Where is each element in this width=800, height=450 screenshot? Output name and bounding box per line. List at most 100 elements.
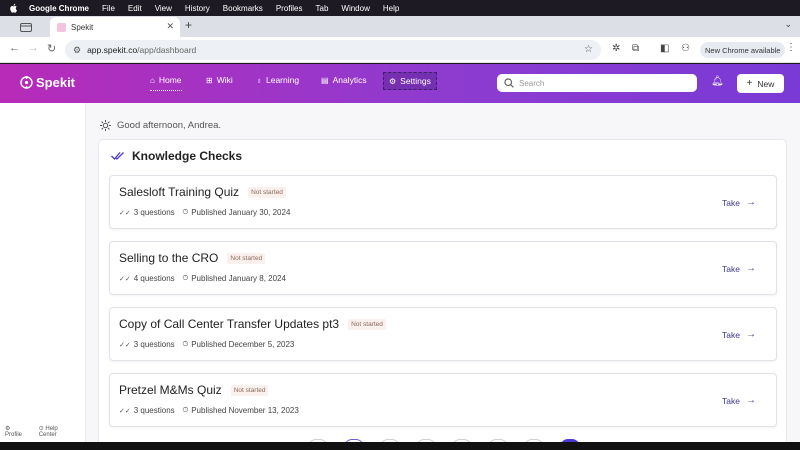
knowledge-checks-panel: Knowledge Checks Salesloft Training Quiz… — [98, 139, 787, 450]
quiz-title: Copy of Call Center Transfer Updates pt3 — [119, 317, 340, 331]
menu-help[interactable]: Help — [383, 4, 399, 13]
quiz-card[interactable]: Selling to the CRO Not started ✓✓ 4 questi… — [109, 241, 777, 295]
menu-bookmarks[interactable]: Bookmarks — [223, 4, 263, 13]
menu-tab[interactable]: Tab — [316, 4, 329, 13]
url-host: app.spekit.co — [87, 45, 138, 55]
logo-text: Spekit — [36, 75, 76, 90]
quiz-card[interactable]: Salesloft Training Quiz Not started ✓✓ 3 q… — [109, 175, 777, 229]
close-tab-icon[interactable]: ✕ — [166, 21, 174, 32]
quiz-title: Selling to the CRO — [119, 251, 219, 265]
menu-history[interactable]: History — [185, 4, 210, 13]
bookmark-star-icon[interactable]: ☆ — [584, 44, 593, 55]
published-date: Published December 5, 2023 — [191, 340, 295, 349]
questions-icon: ✓✓ — [119, 275, 131, 283]
question-count: 3 questions — [133, 406, 175, 415]
arrow-right-icon: → — [746, 329, 756, 340]
nav-settings[interactable]: ⚙ Settings — [383, 72, 437, 90]
profile-link-label: Profile — [5, 432, 23, 438]
clock-icon: 🕒︎ — [182, 208, 189, 216]
nav-analytics-label: Analytics — [332, 75, 367, 85]
new-button[interactable]: + New — [737, 74, 784, 93]
spekit-logo-icon — [20, 76, 33, 89]
browser-tab-title: Spekit — [71, 22, 94, 32]
side-panel-icon[interactable]: ◧ — [660, 43, 669, 54]
take-quiz-button[interactable]: Take → — [722, 197, 756, 208]
nav-learning[interactable]: ♁ Learning — [256, 75, 299, 85]
browser-tab-spekit[interactable]: Spekit ✕ — [50, 17, 180, 37]
extension-icon[interactable]: ✲ — [612, 43, 620, 54]
double-check-icon — [111, 152, 124, 160]
arrow-right-icon: → — [746, 395, 756, 406]
search-input[interactable]: Search — [497, 74, 697, 92]
profile-link[interactable]: ⚙ Profile — [5, 425, 32, 438]
menu-window[interactable]: Window — [341, 4, 369, 13]
menu-app-name[interactable]: Google Chrome — [29, 4, 89, 13]
published-date: Published January 30, 2024 — [191, 208, 291, 217]
chrome-menu-icon[interactable]: ⋮ — [786, 42, 796, 53]
nav-wiki-label: Wiki — [216, 75, 233, 85]
take-quiz-button[interactable]: Take → — [722, 263, 756, 274]
greeting: Good afternoon, Andrea. — [100, 120, 221, 131]
nav-wiki[interactable]: ⊞ Wiki — [206, 75, 233, 85]
back-arrow-icon[interactable]: ← — [9, 42, 20, 54]
new-tab-icon[interactable]: + — [185, 18, 192, 32]
reload-icon[interactable]: ↻ — [47, 42, 56, 55]
grid-icon: ⊞ — [206, 75, 213, 85]
clock-icon: 🕒︎ — [182, 274, 189, 282]
browser-toolbar: ← → ↻ ⚙ app.spekit.co/app/dashboard ☆ ✲ … — [0, 37, 800, 63]
sun-icon — [100, 120, 111, 131]
nav-analytics[interactable]: ▤ Analytics — [321, 75, 367, 85]
window-bottom-edge — [0, 442, 800, 450]
nav-settings-label: Settings — [400, 76, 431, 86]
address-bar[interactable]: ⚙ app.spekit.co/app/dashboard ☆ — [65, 40, 601, 60]
forward-arrow-icon[interactable]: → — [28, 42, 39, 54]
menu-profiles[interactable]: Profiles — [276, 4, 303, 13]
new-chrome-available-button[interactable]: New Chrome available — [700, 42, 786, 58]
questions-icon: ✓✓ — [119, 407, 131, 415]
published-date: Published November 13, 2023 — [191, 406, 299, 415]
knowledge-checks-heading: Knowledge Checks — [111, 149, 242, 163]
published-date: Published January 8, 2024 — [191, 274, 286, 283]
greeting-text: Good afternoon, Andrea. — [117, 120, 222, 131]
nav-home-label: Home — [158, 75, 182, 85]
take-label: Take — [722, 263, 740, 274]
sidebar: ⚙ Profile ⊙ Help Center — [0, 103, 86, 442]
menu-file[interactable]: File — [102, 4, 115, 13]
spekit-favicon-icon — [57, 22, 66, 32]
status-badge: Not started — [230, 384, 269, 396]
puzzle-extensions-icon[interactable]: ⧉ — [632, 43, 639, 54]
new-button-label: New — [757, 78, 775, 89]
help-center-link[interactable]: ⊙ Help Center — [39, 425, 78, 438]
arrow-right-icon: → — [746, 263, 756, 274]
question-count: 3 questions — [133, 340, 175, 349]
tab-overview-button[interactable] — [6, 18, 46, 36]
tab-strip: Spekit ✕ + ⌄ — [0, 16, 800, 37]
plus-icon: + — [746, 78, 753, 89]
chart-icon: ▤ — [321, 75, 329, 85]
status-badge: Not started — [227, 252, 266, 264]
notification-bell-icon[interactable]: 🔔︎ — [711, 76, 724, 87]
help-center-label: Help Center — [38, 426, 58, 438]
quiz-card[interactable]: Copy of Call Center Transfer Updates pt3… — [109, 307, 777, 361]
quiz-card[interactable]: Pretzel M&Ms Quiz Not started ✓✓ 3 questio… — [109, 373, 777, 427]
nav-home[interactable]: ⌂ Home — [150, 75, 182, 91]
arrow-right-icon: → — [746, 197, 756, 208]
clock-icon: 🕒︎ — [182, 406, 189, 414]
sidebar-footer: ⚙ Profile ⊙ Help Center — [5, 425, 85, 438]
take-quiz-button[interactable]: Take → — [722, 395, 756, 406]
search-placeholder: Search — [519, 78, 545, 88]
lightbulb-icon: ♁ — [256, 75, 262, 85]
spekit-logo[interactable]: Spekit — [20, 75, 75, 90]
apple-logo-icon[interactable] — [9, 3, 19, 13]
tab-search-chevron-icon[interactable]: ⌄ — [784, 19, 792, 30]
status-badge: Not started — [348, 318, 386, 330]
status-badge: Not started — [248, 186, 286, 198]
menu-edit[interactable]: Edit — [128, 4, 142, 13]
questions-icon: ✓✓ — [119, 209, 131, 217]
menu-view[interactable]: View — [155, 4, 172, 13]
take-quiz-button[interactable]: Take → — [722, 329, 756, 340]
take-label: Take — [722, 395, 740, 406]
new-chrome-available-label: New Chrome available — [705, 45, 781, 55]
site-settings-icon[interactable]: ⚙ — [73, 45, 81, 56]
profile-icon[interactable]: ⚇ — [681, 43, 690, 54]
